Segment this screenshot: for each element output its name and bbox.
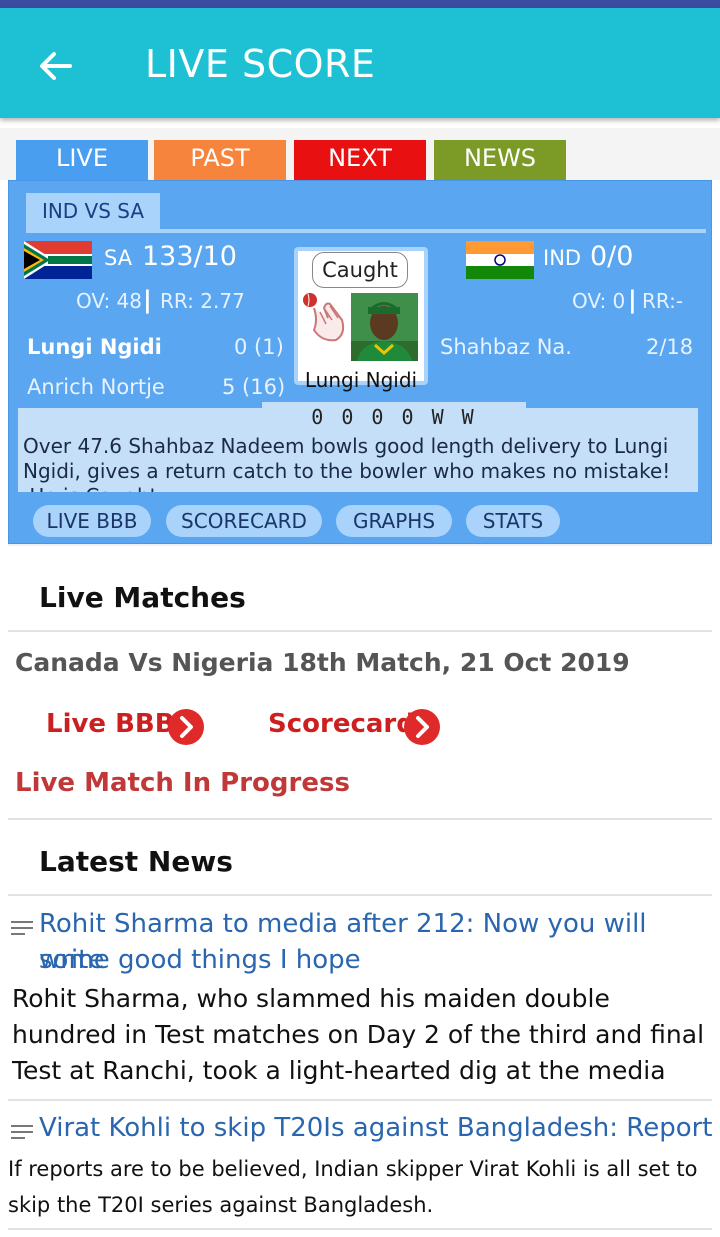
recent-balls: 0 0 0 0 W W <box>262 402 526 432</box>
tab-news[interactable]: NEWS <box>434 140 566 180</box>
live-bbb-link[interactable]: Live BBB <box>46 709 175 739</box>
card-bottom-shadow <box>8 544 712 546</box>
match-tag[interactable]: IND VS SA <box>26 193 160 229</box>
stats-button[interactable]: STATS <box>466 505 560 537</box>
divider <box>8 818 712 820</box>
news-headline[interactable]: Virat Kohli to skip T20Is against Bangla… <box>39 1110 713 1146</box>
news-summary: Test at Ranchi, took a light-hearted dig… <box>12 1056 666 1085</box>
catching-hands-icon <box>303 293 345 342</box>
india-flag-icon <box>466 241 534 279</box>
live-matches-heading: Live Matches <box>39 581 246 614</box>
team2-run-rate: RR:- <box>642 289 684 313</box>
app-bar: LIVE SCORE <box>0 8 720 118</box>
team1-run-rate: RR: 2.77 <box>160 289 245 313</box>
news-summary: Rohit Sharma, who slammed his maiden dou… <box>12 984 610 1013</box>
commentary-text: Over 47.6 Shahbaz Nadeem bowls good leng… <box>23 434 671 492</box>
divider <box>8 630 712 632</box>
team2-code: IND <box>543 246 582 270</box>
chevron-right-icon[interactable] <box>404 709 440 745</box>
divider <box>8 1228 712 1230</box>
news-list-icon <box>11 1125 33 1139</box>
graphs-button[interactable]: GRAPHS <box>336 505 452 537</box>
bowler-name: Shahbaz Na... <box>440 335 574 359</box>
page-title: LIVE SCORE <box>145 42 376 86</box>
news-list-icon <box>11 921 33 935</box>
team2-score: 0/0 <box>590 241 634 272</box>
news-summary: If reports are to be believed, Indian sk… <box>8 1157 698 1181</box>
team2-separator: | <box>628 286 637 314</box>
team1-score: 133/10 <box>142 241 237 272</box>
divider <box>8 1099 712 1101</box>
wicket-type-badge: Caught <box>312 252 408 288</box>
divider <box>8 894 712 896</box>
south-africa-flag-icon <box>24 241 92 279</box>
latest-news-heading: Latest News <box>39 845 233 878</box>
news-summary: skip the T20I series against Bangladesh. <box>8 1193 434 1217</box>
news-headline[interactable]: some good things I hope <box>39 942 361 978</box>
match-title[interactable]: Canada Vs Nigeria 18th Match, 21 Oct 201… <box>15 648 630 677</box>
dismissed-player-name: Lungi Ngidi <box>304 368 418 392</box>
team1-code: SA <box>104 246 133 270</box>
team2-overs: OV: 0 <box>572 289 626 313</box>
scorecard-link[interactable]: Scorecard <box>268 709 415 739</box>
live-bbb-button[interactable]: LIVE BBB <box>33 505 151 537</box>
batsman-1-name: Lungi Ngidi <box>27 335 162 359</box>
chevron-right-icon[interactable] <box>168 709 204 745</box>
news-summary: hundred in Test matches on Day 2 of the … <box>12 1020 705 1049</box>
tab-next[interactable]: NEXT <box>294 140 426 180</box>
batsman-1-score: 0 (1) <box>234 335 284 359</box>
batsman-2-name: Anrich Nortje <box>27 375 165 399</box>
scorecard-button[interactable]: SCORECARD <box>166 505 322 537</box>
card-divider <box>26 229 706 233</box>
team1-separator: | <box>143 286 152 314</box>
tab-past[interactable]: PAST <box>154 140 286 180</box>
player-avatar <box>351 293 418 361</box>
batsman-2-score: 5 (16) <box>222 375 286 399</box>
bowler-figures: 2/18 <box>646 335 694 359</box>
team1-overs: OV: 48 <box>76 289 142 313</box>
tab-live[interactable]: LIVE <box>16 140 148 182</box>
back-arrow-icon[interactable] <box>34 44 78 88</box>
status-bar <box>0 0 720 8</box>
match-status: Live Match In Progress <box>15 768 350 798</box>
